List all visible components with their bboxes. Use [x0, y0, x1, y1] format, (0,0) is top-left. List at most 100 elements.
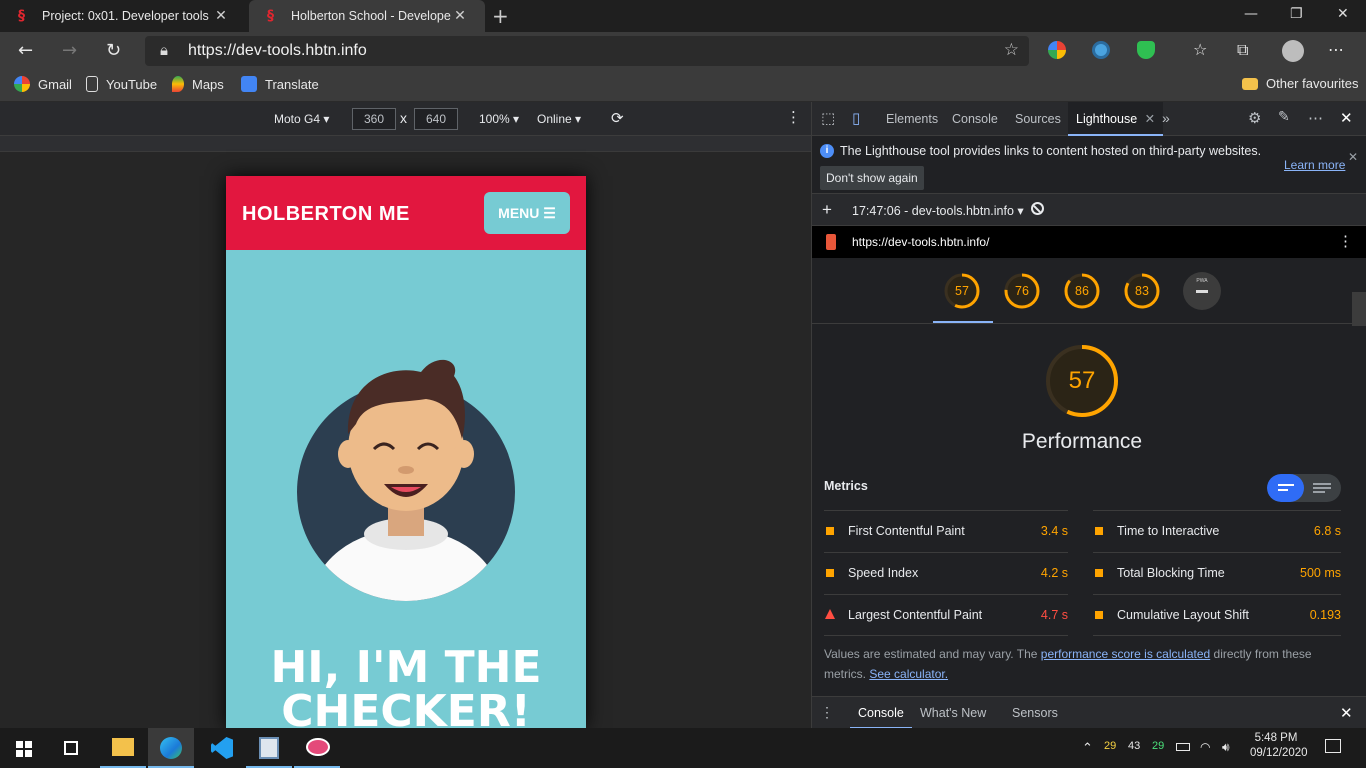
file-explorer-icon[interactable] [100, 728, 146, 768]
back-icon[interactable]: ← [18, 40, 33, 61]
tray-counter[interactable]: 29 [1152, 740, 1164, 752]
start-button[interactable] [0, 728, 46, 768]
inspect-element-icon[interactable]: ⬚ [821, 109, 835, 127]
paint-app-icon[interactable] [246, 728, 292, 768]
favorite-maps[interactable]: Maps [172, 76, 224, 92]
devtools-more-icon[interactable]: ⋯ [1308, 109, 1323, 127]
performance-score: 57 [1068, 367, 1096, 394]
height-input[interactable]: 640 [414, 108, 458, 130]
devtools-drawer: ⋮ Console What's New Sensors ✕ [812, 696, 1366, 729]
favorite-translate[interactable]: Translate [241, 76, 319, 92]
expanded-view-icon-line [1313, 487, 1331, 489]
report-menu-icon[interactable]: ⋮ [1338, 232, 1353, 250]
url-text[interactable]: https://dev-tools.hbtn.info [188, 42, 367, 60]
edge-browser-icon[interactable] [148, 728, 194, 768]
learn-more-link[interactable]: Learn more [1284, 158, 1345, 172]
drawer-tab-sensors[interactable]: Sensors [1012, 706, 1058, 720]
clear-icon[interactable] [1031, 202, 1044, 215]
close-window-icon[interactable]: ✕ [1337, 6, 1349, 22]
tray-expand-icon[interactable]: ⌃ [1082, 740, 1093, 756]
clock[interactable]: 5:48 PM 09/12/2020 [1250, 732, 1308, 759]
extension-icon[interactable] [1048, 41, 1066, 59]
fail-triangle-icon [825, 609, 835, 619]
task-view-icon[interactable] [48, 728, 94, 768]
close-devtools-icon[interactable]: ✕ [1340, 109, 1353, 127]
volume-icon[interactable]: 🔊︎ [1222, 740, 1230, 755]
tab-lighthouse[interactable]: Lighthouse ✕ [1068, 102, 1164, 136]
zoom-select[interactable]: 100% ▾ [479, 112, 519, 126]
feedback-icon[interactable]: ✎ [1278, 109, 1290, 125]
score-gauge-best-practices[interactable]: 86 [1063, 272, 1101, 310]
tray-counter[interactable]: 29 [1104, 740, 1116, 752]
tray-counter[interactable]: 43 [1128, 740, 1140, 752]
favorite-gmail[interactable]: Gmail [14, 76, 72, 92]
close-tab-icon[interactable]: ✕ [212, 8, 230, 24]
score-gauge-performance[interactable]: 57 [943, 272, 981, 310]
paint3d-app-icon[interactable] [294, 728, 340, 768]
report-select[interactable]: 17:47:06 - dev-tools.hbtn.info ▾ [852, 203, 1024, 218]
rotate-icon[interactable]: ⟳ [611, 109, 624, 127]
restore-icon[interactable]: ❐ [1290, 6, 1303, 22]
report-scrollbar[interactable] [1352, 292, 1366, 326]
network-select[interactable]: Online ▾ [537, 112, 581, 126]
dont-show-again-button[interactable]: Don't show again [820, 166, 924, 190]
folder-icon [1242, 77, 1258, 90]
profile-avatar-icon[interactable] [1282, 40, 1304, 62]
lines-icon [1278, 484, 1294, 486]
report-url[interactable]: https://dev-tools.hbtn.info/ [852, 235, 989, 249]
collections-icon[interactable]: ⧉ [1237, 40, 1248, 60]
new-report-icon[interactable]: + [822, 200, 832, 220]
browser-tab-project[interactable]: § Project: 0x01. Developer tools | H ✕ [0, 0, 248, 32]
tab-sources[interactable]: Sources [1015, 112, 1061, 126]
score-gauge-accessibility[interactable]: 76 [1003, 272, 1041, 310]
forward-icon[interactable]: → [62, 40, 77, 61]
drawer-tab-console[interactable]: Console [850, 697, 912, 729]
metrics-view-toggle[interactable] [1267, 474, 1341, 502]
compact-view-button[interactable] [1267, 474, 1304, 502]
battery-icon[interactable] [1176, 743, 1190, 751]
close-tab-icon[interactable]: ✕ [1145, 112, 1155, 126]
browser-tab-holberton[interactable]: § Holberton School - Developer to ✕ [249, 0, 485, 32]
see-calculator-link[interactable]: See calculator. [869, 667, 948, 681]
performance-score-link[interactable]: performance score is calculated [1041, 647, 1210, 661]
device-toggle-icon[interactable]: ▯ [852, 109, 860, 127]
vscode-icon[interactable] [198, 728, 244, 768]
address-bar[interactable]: 🔒︎ https://dev-tools.hbtn.info ☆ [145, 36, 1029, 66]
more-options-icon[interactable]: ⋯ [1328, 40, 1344, 59]
more-icon[interactable]: ⋮ [786, 108, 801, 126]
tab-console[interactable]: Console [952, 112, 998, 126]
close-tab-icon[interactable]: ✕ [451, 8, 469, 24]
drawer-tab-whats-new[interactable]: What's New [920, 706, 986, 720]
favorites-bar: Gmail YouTube Maps Translate Other favou… [0, 70, 1366, 102]
score-gauge-pwa[interactable]: PWA [1183, 272, 1221, 310]
metric-value: 0.193 [1309, 608, 1341, 622]
average-marker-icon [826, 527, 834, 535]
close-info-icon[interactable]: ✕ [1348, 150, 1358, 164]
new-tab-icon[interactable]: + [492, 4, 509, 28]
browser-tab-strip: § Project: 0x01. Developer tools | H ✕ §… [0, 0, 1366, 32]
drawer-more-icon[interactable]: ⋮ [820, 704, 834, 721]
zoom-value: 100% [479, 112, 510, 126]
other-favorites[interactable]: Other favourites [1242, 76, 1359, 91]
site-brand[interactable]: HOLBERTON ME [242, 203, 410, 226]
width-input[interactable]: 360 [352, 108, 396, 130]
minimize-icon[interactable]: — [1244, 6, 1258, 22]
favorite-star-icon[interactable]: ☆ [1004, 40, 1019, 60]
favorites-icon[interactable]: ☆ [1193, 40, 1207, 59]
wifi-icon[interactable]: ◠ [1200, 740, 1210, 754]
shield-extension-icon[interactable] [1137, 41, 1155, 59]
media-query-ruler[interactable] [0, 136, 811, 152]
close-drawer-icon[interactable]: ✕ [1340, 704, 1353, 722]
expanded-view-icon[interactable] [1313, 483, 1331, 485]
tab-elements[interactable]: Elements [886, 112, 938, 126]
favorite-youtube[interactable]: YouTube [86, 76, 157, 92]
score-gauge-seo[interactable]: 83 [1123, 272, 1161, 310]
search-extension-icon[interactable] [1092, 41, 1110, 59]
more-tabs-icon[interactable]: » [1162, 110, 1170, 126]
refresh-icon[interactable]: ↻ [106, 40, 121, 61]
settings-gear-icon[interactable]: ⚙ [1248, 109, 1261, 127]
notifications-icon[interactable] [1325, 739, 1341, 753]
emulated-page: HOLBERTON ME MENU ☰ HI, I'M THE CHECKER! [226, 176, 586, 728]
menu-button[interactable]: MENU ☰ [484, 192, 570, 234]
device-select[interactable]: Moto G4 ▾ [274, 112, 329, 126]
